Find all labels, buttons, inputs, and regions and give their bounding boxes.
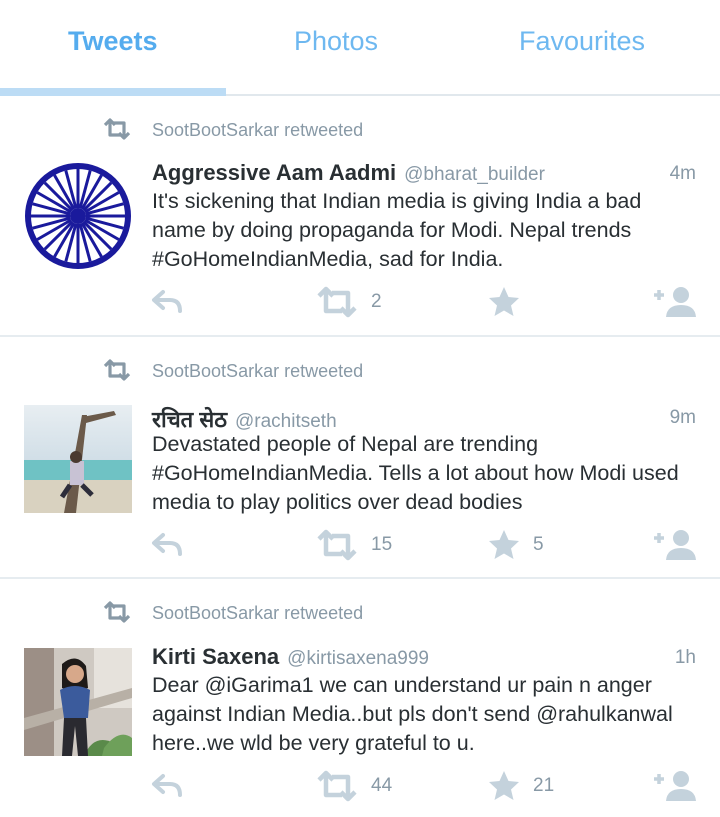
tweet-time: 4m [669,163,696,184]
tweet-item[interactable]: SootBootSarkar retweeted Aggressive Aam … [0,96,720,337]
retweet-icon [103,359,131,381]
beach-photo-icon [24,405,132,513]
tab-tweets[interactable]: Tweets [68,26,158,57]
tweet-time: 1h [674,647,696,668]
favorite-star-icon[interactable] [487,285,521,319]
avatar[interactable] [24,648,132,756]
tweet-actions: 44 21 [0,769,720,803]
tweet-actions: 15 5 [0,528,720,562]
reply-icon[interactable] [150,769,184,803]
avatar[interactable] [24,405,132,513]
author-name: Kirti Saxena [152,644,280,669]
favorite-count: 5 [533,534,544,555]
retweet-icon[interactable] [316,528,358,562]
avatar[interactable] [24,162,132,270]
follow-user-icon[interactable] [652,528,698,562]
reply-icon[interactable] [150,528,184,562]
tweet-actions: 2 [0,285,720,319]
favorite-star-icon[interactable] [487,528,521,562]
tweet-time: 9m [669,407,696,428]
tweet-item[interactable]: SootBootSarkar retweeted Kirti Saxena @ki… [0,579,720,817]
tab-bar: Tweets Photos Favourites [0,0,720,96]
tweet-text: Dear @iGarima1 we can understand ur pain… [152,673,673,755]
retweeted-by-label: SootBootSarkar retweeted [152,120,364,140]
author-handle: @kirtisaxena999 [287,648,429,669]
author-name: रचित सेठ [152,407,227,432]
follow-user-icon[interactable] [652,285,698,319]
retweet-count: 2 [371,291,382,312]
favorite-star-icon[interactable] [487,769,521,803]
tweet-author[interactable]: Kirti Saxena @kirtisaxena999 [152,644,429,670]
author-handle: @bharat_builder [404,164,545,185]
person-photo-icon [24,648,132,756]
tweet-text: It's sickening that Indian media is givi… [152,189,642,271]
retweet-icon[interactable] [316,285,358,319]
favorite-count: 21 [533,775,555,796]
tab-favourites[interactable]: Favourites [519,26,645,57]
retweeted-by-label: SootBootSarkar retweeted [152,361,364,381]
retweet-count: 44 [371,775,393,796]
retweet-count: 15 [371,534,393,555]
tweet-text: Devastated people of Nepal are trending … [152,432,679,514]
reply-icon[interactable] [150,285,184,319]
active-tab-indicator [0,88,226,96]
author-handle: @rachitseth [234,411,337,432]
retweet-icon [103,118,131,140]
tweet-author[interactable]: Aggressive Aam Aadmi @bharat_builder [152,160,545,186]
retweet-icon [103,601,131,623]
retweet-icon[interactable] [316,769,358,803]
tweet-item[interactable]: SootBootSarkar retweeted रचित सेठ @rachit… [0,337,720,579]
ashoka-chakra-icon [24,162,132,270]
author-name: Aggressive Aam Aadmi [152,160,397,185]
follow-user-icon[interactable] [652,769,698,803]
tab-photos[interactable]: Photos [294,26,378,57]
retweeted-by-label: SootBootSarkar retweeted [152,603,364,623]
